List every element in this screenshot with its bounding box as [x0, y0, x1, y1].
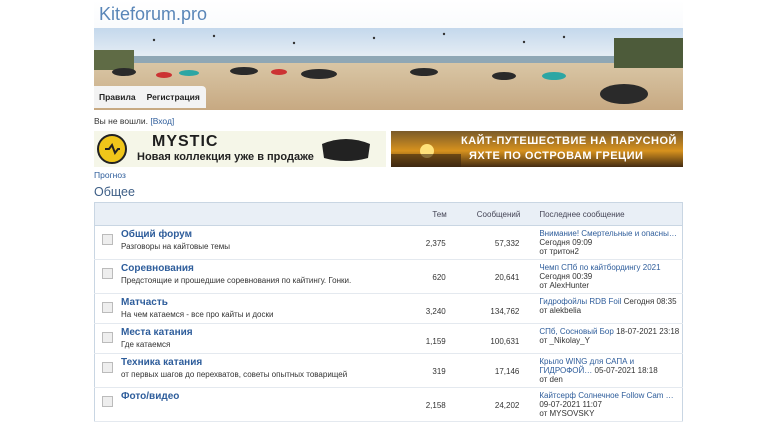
messages-count: 100,631: [490, 337, 520, 346]
yacht-ad-line2: ЯХТЕ ПО ОСТРОВАМ ГРЕЦИИ: [469, 150, 644, 162]
topics-count: 1,159: [425, 337, 446, 346]
login-status: Вы не вошли. [Вход]: [94, 116, 683, 126]
forum-desc: от первых шагов до перехватов, советы оп…: [121, 370, 348, 379]
header-forum: [94, 202, 417, 226]
table-row: Общий форум Разговоры на кайтовые темы 2,…: [94, 225, 683, 260]
topics-count: 2,375: [425, 239, 446, 248]
forum-name[interactable]: Места катания: [121, 327, 193, 338]
last-post-time: 18-07-2021 23:18: [616, 327, 680, 336]
last-post-author: от тритон2: [539, 247, 579, 256]
table-row: Техника катания от первых шагов до перехв…: [94, 353, 683, 388]
page: Kiteforum.pro Правила Регистрация Вы не …: [94, 0, 683, 422]
last-post-time: Сегодня 09:09: [539, 238, 593, 247]
nav-rules[interactable]: Правила: [94, 86, 142, 108]
last-post-author: от _Nikolay_Y: [539, 336, 590, 345]
messages-count: 134,762: [490, 307, 520, 316]
topics-count: 2,158: [425, 401, 446, 410]
last-post-author: от AlexHunter: [539, 281, 590, 290]
forum-name[interactable]: Общий форум: [121, 229, 230, 240]
last-post-link[interactable]: СПб, Сосновый Бор: [539, 327, 614, 336]
table-row: Места катания Где катаемся 1,159 100,631 …: [94, 323, 683, 354]
ad-banners: MYSTIC Новая коллекция уже в продаже КАЙ…: [94, 131, 683, 167]
nav-register[interactable]: Регистрация: [142, 86, 206, 108]
forum-status-icon: [102, 362, 113, 373]
forum-status-icon: [102, 396, 113, 407]
section-title: Общее: [94, 185, 135, 199]
mystic-logo-icon: [97, 134, 127, 164]
last-post-time: 09-07-2021 11:07: [539, 400, 602, 409]
table-row: Фото/видео 2,158 24,202 Кайтсерф Солнечн…: [94, 387, 683, 422]
last-post-link[interactable]: Гидрофойлы RDB Foil: [539, 297, 621, 306]
forum-name[interactable]: Техника катания: [121, 357, 347, 368]
forum-status-icon: [102, 234, 113, 245]
topics-count: 319: [432, 367, 446, 376]
main-nav: Правила Регистрация: [94, 86, 206, 108]
login-status-text: Вы не вошли.: [94, 116, 148, 126]
topics-count: 620: [432, 273, 446, 282]
last-post-time: Сегодня 00:39: [539, 272, 593, 281]
forum-name[interactable]: Матчасть: [121, 297, 273, 308]
forum-desc: Разговоры на кайтовые темы: [121, 242, 230, 251]
harness-image: [322, 139, 370, 161]
mystic-promo-text: Новая коллекция уже в продаже: [137, 151, 314, 163]
header-last-post: Последнее сообщение: [521, 202, 683, 226]
site-title[interactable]: Kiteforum.pro: [99, 4, 207, 25]
table-row: Матчасть На чем катаемся - все про кайты …: [94, 293, 683, 324]
last-post-link[interactable]: Чемп СПб по кайтбордингу 2021: [539, 263, 660, 272]
mystic-ad-banner[interactable]: MYSTIC Новая коллекция уже в продаже: [94, 131, 386, 167]
forum-desc: На чем катаемся - все про кайты и доски: [121, 310, 274, 319]
forum-name[interactable]: Соревнования: [121, 263, 351, 274]
last-post-author: от alekbelia: [539, 306, 582, 315]
forum-table: Тем Сообщений Последнее сообщение Общий …: [94, 202, 683, 422]
yacht-trip-ad-banner[interactable]: КАЙТ-ПУТЕШЕСТВИЕ НА ПАРУСНОЙ ЯХТЕ ПО ОСТ…: [391, 131, 683, 167]
header-messages: Сообщений: [447, 202, 522, 226]
forum-status-icon: [102, 302, 113, 313]
table-header-row: Тем Сообщений Последнее сообщение: [94, 202, 683, 226]
table-row: Соревнования Предстоящие и прошедшие соре…: [94, 259, 683, 294]
topics-count: 3,240: [425, 307, 446, 316]
last-post-link[interactable]: Внимание! Смертельные и опасны…: [539, 229, 676, 238]
header: Kiteforum.pro Правила Регистрация: [94, 0, 683, 110]
messages-count: 24,202: [494, 401, 520, 410]
last-post-author: от MYSOVSKY: [539, 409, 595, 418]
mystic-brand: MYSTIC: [152, 133, 219, 150]
yacht-ad-line1: КАЙТ-ПУТЕШЕСТВИЕ НА ПАРУСНОЙ: [461, 135, 677, 147]
last-post-time: Сегодня 08:35: [623, 297, 677, 306]
forum-desc: Предстоящие и прошедшие соревнования по …: [121, 276, 352, 285]
breadcrumb-forecast-link[interactable]: Прогноз: [94, 170, 126, 180]
messages-count: 20,641: [494, 273, 520, 282]
last-post-link[interactable]: Кайтсерф Солнечное Follow Cam …: [539, 391, 673, 400]
header-topics: Тем: [416, 202, 448, 226]
last-post-author: от den: [539, 375, 563, 384]
forum-status-icon: [102, 268, 113, 279]
breadcrumb: Прогноз: [94, 170, 683, 180]
messages-count: 57,332: [494, 239, 520, 248]
last-post-time: 05-07-2021 18:18: [594, 366, 658, 375]
messages-count: 17,146: [494, 367, 520, 376]
forum-desc: Где катаемся: [121, 340, 171, 349]
forum-status-icon: [102, 332, 113, 343]
forum-name[interactable]: Фото/видео: [121, 391, 179, 402]
login-link[interactable]: [Вход]: [150, 116, 174, 126]
